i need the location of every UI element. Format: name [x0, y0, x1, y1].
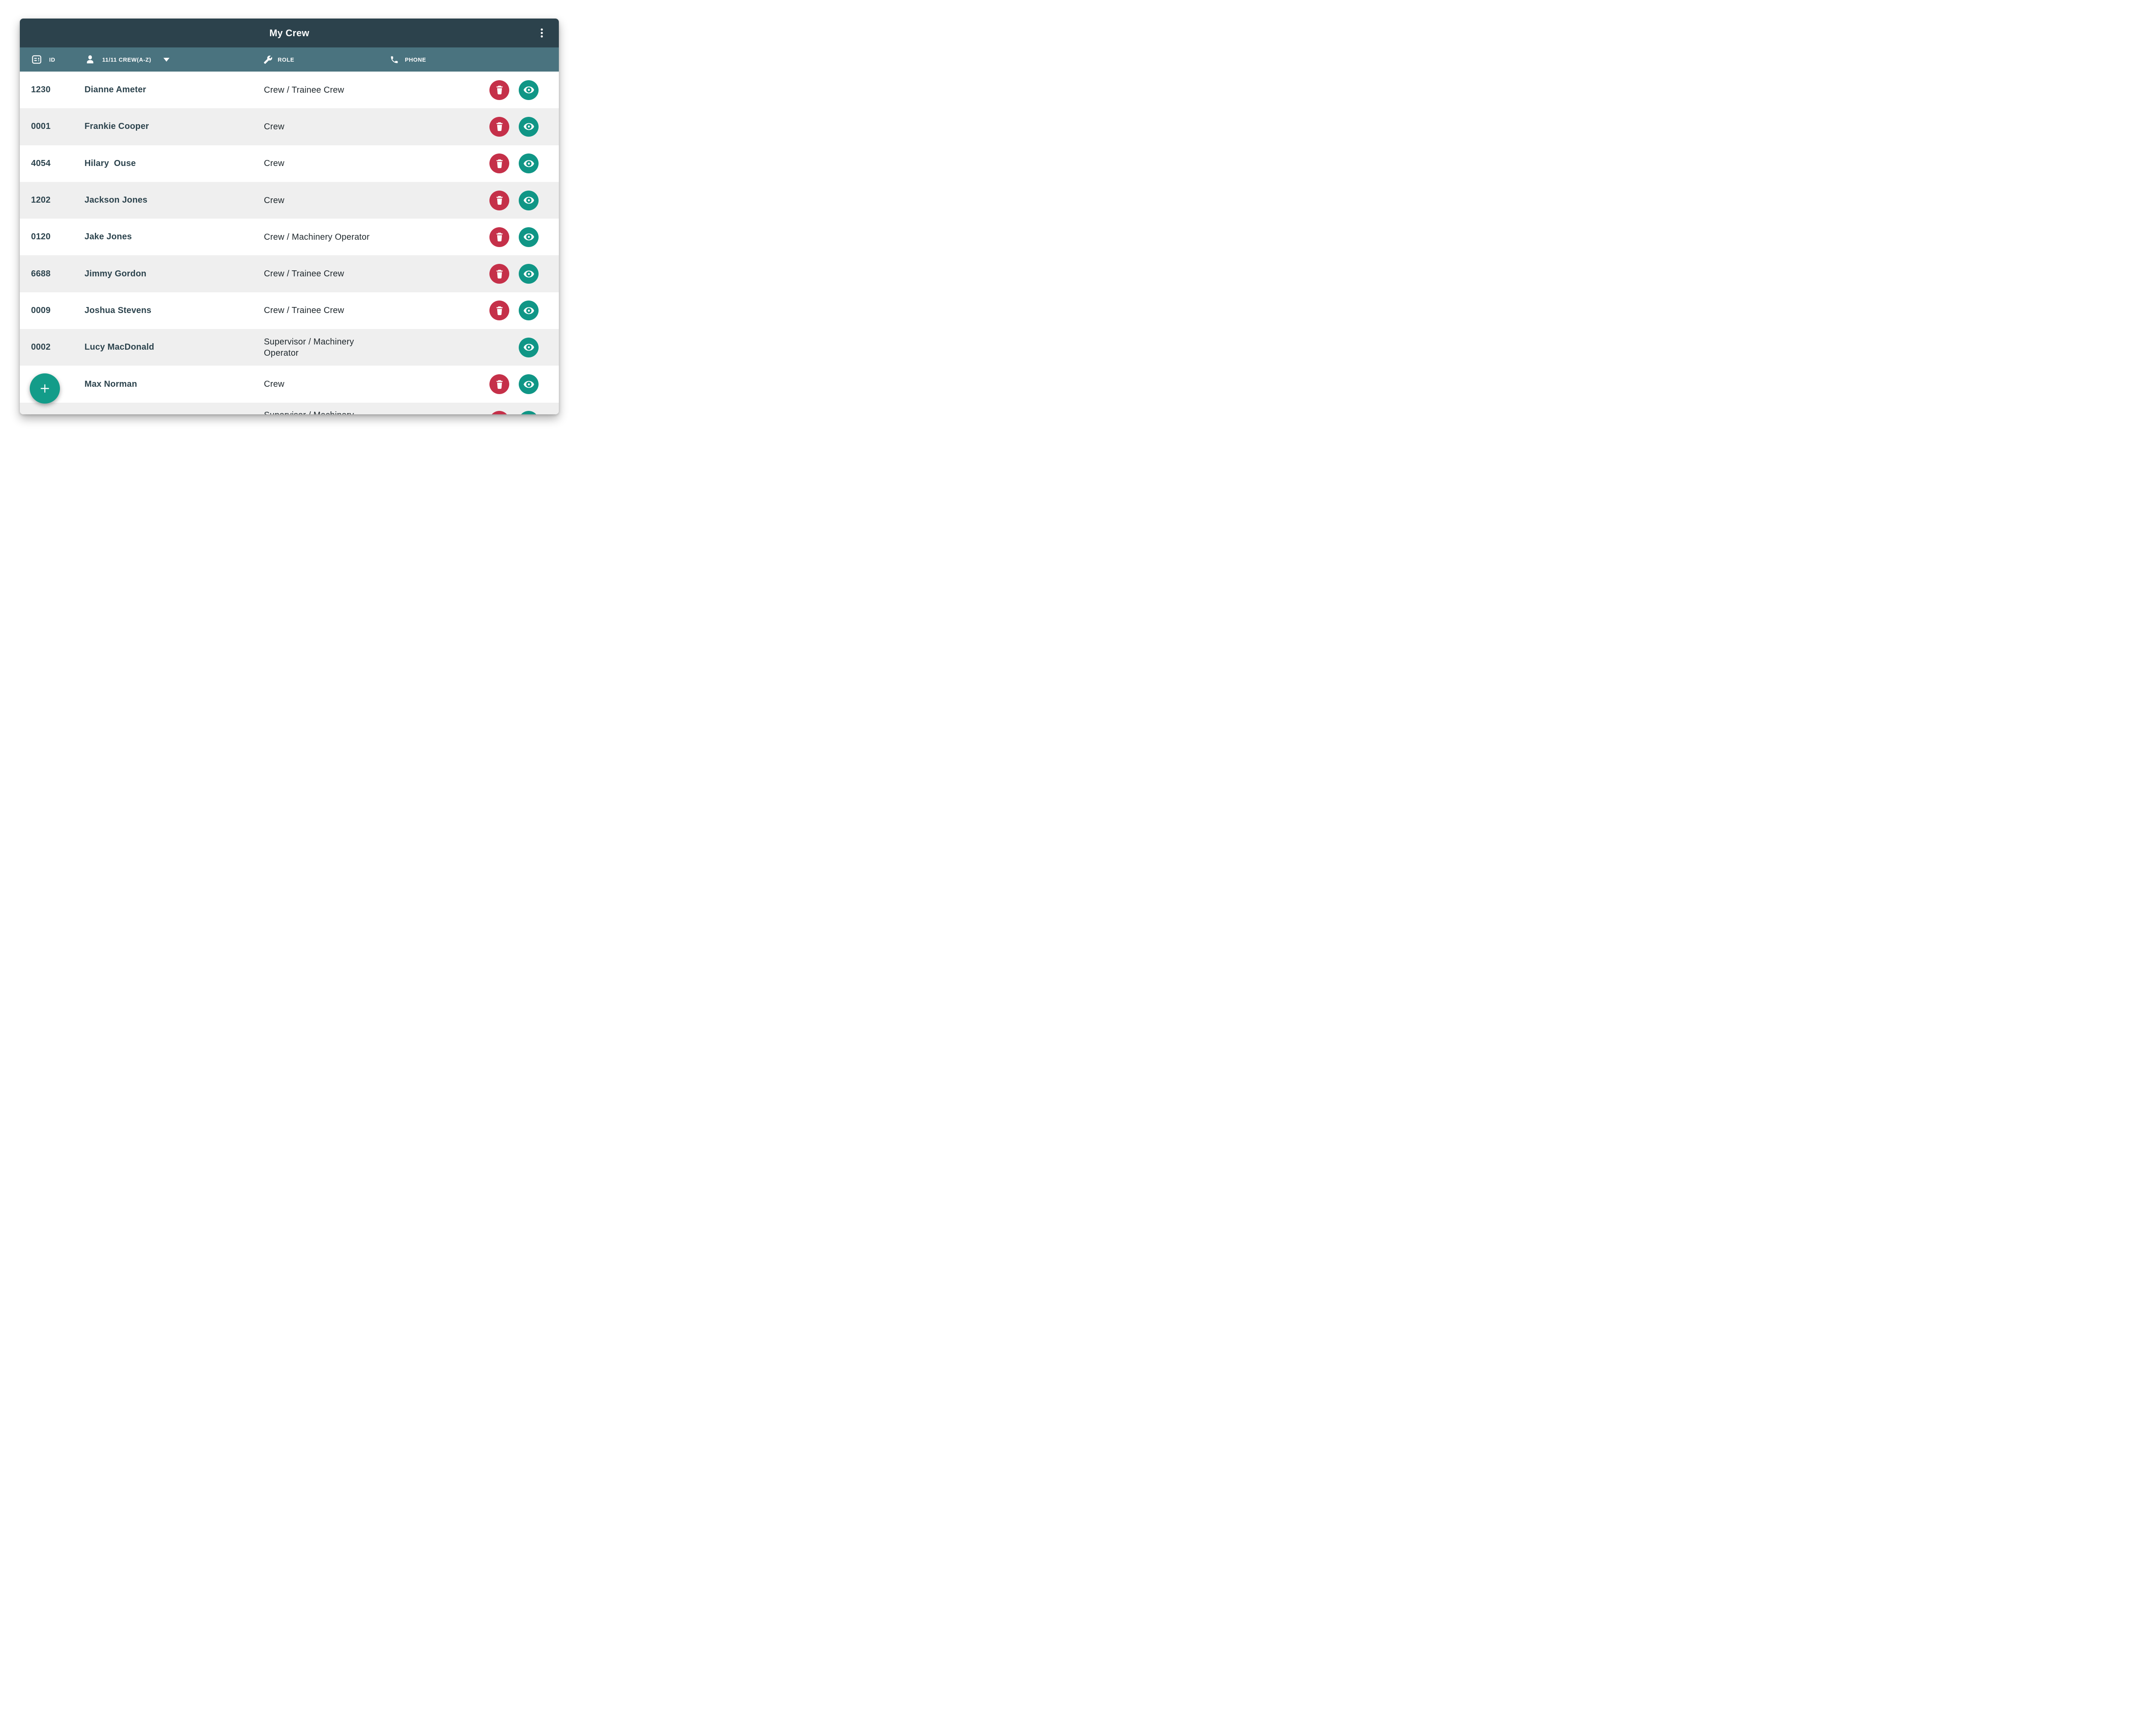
eye-icon	[523, 268, 535, 280]
crew-id: 1230	[31, 85, 85, 95]
column-header-phone: PHONE	[390, 47, 426, 72]
view-button[interactable]	[519, 264, 539, 284]
eye-icon	[523, 158, 535, 169]
crew-id: 6688	[31, 269, 85, 279]
crew-name: Dianne Ameter	[85, 85, 264, 95]
kebab-menu-icon	[541, 28, 543, 38]
table-row: 0120 Jake Jones Crew / Machinery Operato…	[20, 219, 559, 255]
crew-id: 0001	[31, 122, 85, 132]
view-button[interactable]	[519, 80, 539, 100]
crew-role: Crew / Trainee Crew	[264, 305, 385, 316]
crew-name: Max Norman	[85, 379, 264, 389]
crew-role: Supervisor / Machinery Operator	[264, 410, 385, 414]
crew-id: 4054	[31, 159, 85, 169]
delete-button[interactable]	[489, 301, 509, 320]
view-button[interactable]	[519, 191, 539, 210]
table-row-partial: Supervisor / Machinery Operator	[20, 403, 559, 414]
crew-name: Hilary Ouse	[85, 159, 264, 169]
crew-role: Crew / Trainee Crew	[264, 268, 385, 279]
eye-icon	[523, 121, 535, 132]
eye-icon	[523, 305, 535, 316]
crew-role: Crew	[264, 379, 385, 390]
id-card-icon	[31, 54, 42, 65]
role-column-label: ROLE	[278, 56, 295, 63]
crew-id: 1202	[31, 195, 85, 205]
trash-icon	[494, 85, 505, 95]
delete-button[interactable]	[489, 374, 509, 394]
trash-icon	[494, 195, 505, 206]
crew-role: Crew	[264, 121, 385, 132]
crew-id: 0120	[31, 232, 85, 242]
phone-icon	[390, 55, 399, 64]
eye-icon	[523, 379, 535, 390]
person-icon	[85, 54, 95, 65]
sort-descending-icon	[163, 58, 169, 62]
crew-role: Supervisor / Machinery Operator	[264, 336, 385, 359]
table-row: 6688 Jimmy Gordon Crew / Trainee Crew	[20, 255, 559, 292]
table-row: Max Norman Crew	[20, 366, 559, 402]
table-row: 1202 Jackson Jones Crew	[20, 182, 559, 219]
view-button[interactable]	[519, 374, 539, 394]
delete-button[interactable]	[489, 80, 509, 100]
view-button[interactable]	[519, 117, 539, 137]
trash-icon	[494, 121, 505, 132]
crew-id: 0002	[31, 342, 85, 352]
eye-icon	[523, 231, 535, 243]
crew-name: Lucy MacDonald	[85, 342, 264, 352]
table-row: 0009 Joshua Stevens Crew / Trainee Crew	[20, 292, 559, 329]
delete-button[interactable]	[489, 153, 509, 173]
delete-button[interactable]	[489, 117, 509, 137]
phone-column-label: PHONE	[405, 56, 426, 63]
delete-button[interactable]	[489, 411, 509, 414]
table-row: 1230 Dianne Ameter Crew / Trainee Crew	[20, 72, 559, 108]
view-button[interactable]	[519, 411, 539, 414]
delete-button[interactable]	[489, 264, 509, 284]
crew-role: Crew	[264, 195, 385, 206]
crew-role: Crew / Machinery Operator	[264, 232, 385, 243]
crew-role: Crew / Trainee Crew	[264, 85, 385, 96]
wrench-icon	[263, 55, 273, 64]
crew-sort-control[interactable]: 11/11 CREW(A-Z)	[85, 47, 169, 72]
crew-id: 0009	[31, 306, 85, 316]
view-button[interactable]	[519, 338, 539, 357]
column-header-id: ID	[31, 47, 55, 72]
crew-column-label: 11/11 CREW(A-Z)	[102, 56, 151, 63]
my-crew-card: My Crew ID	[20, 19, 559, 414]
view-button[interactable]	[519, 153, 539, 173]
add-crew-fab[interactable]	[30, 373, 60, 404]
eye-icon	[523, 194, 535, 206]
plus-icon	[40, 384, 50, 393]
crew-name: Joshua Stevens	[85, 306, 264, 316]
app-header: My Crew	[20, 19, 559, 47]
crew-name: Frankie Cooper	[85, 122, 264, 132]
page: My Crew ID	[0, 0, 579, 434]
trash-icon	[494, 379, 505, 390]
crew-name: Jake Jones	[85, 232, 264, 242]
crew-name: Jimmy Gordon	[85, 269, 264, 279]
crew-role: Crew	[264, 158, 385, 169]
column-header-role: ROLE	[263, 47, 295, 72]
trash-icon	[494, 269, 505, 279]
page-title: My Crew	[270, 28, 310, 39]
view-button[interactable]	[519, 227, 539, 247]
table-row: 4054 Hilary Ouse Crew	[20, 145, 559, 182]
kebab-menu-button[interactable]	[536, 26, 548, 41]
crew-name: Jackson Jones	[85, 195, 264, 205]
crew-list: 1230 Dianne Ameter Crew / Trainee Crew 0…	[20, 72, 559, 414]
eye-icon	[523, 84, 535, 96]
eye-icon	[523, 341, 535, 353]
id-column-label: ID	[49, 56, 55, 63]
table-row: 0001 Frankie Cooper Crew	[20, 108, 559, 145]
view-button[interactable]	[519, 301, 539, 320]
delete-button[interactable]	[489, 227, 509, 247]
trash-icon	[494, 232, 505, 242]
table-row: 0002 Lucy MacDonald Supervisor / Machine…	[20, 329, 559, 366]
trash-icon	[494, 305, 505, 316]
trash-icon	[494, 158, 505, 169]
delete-button[interactable]	[489, 191, 509, 210]
list-column-header: ID 11/11 CREW(A-Z) ROLE	[20, 47, 559, 72]
